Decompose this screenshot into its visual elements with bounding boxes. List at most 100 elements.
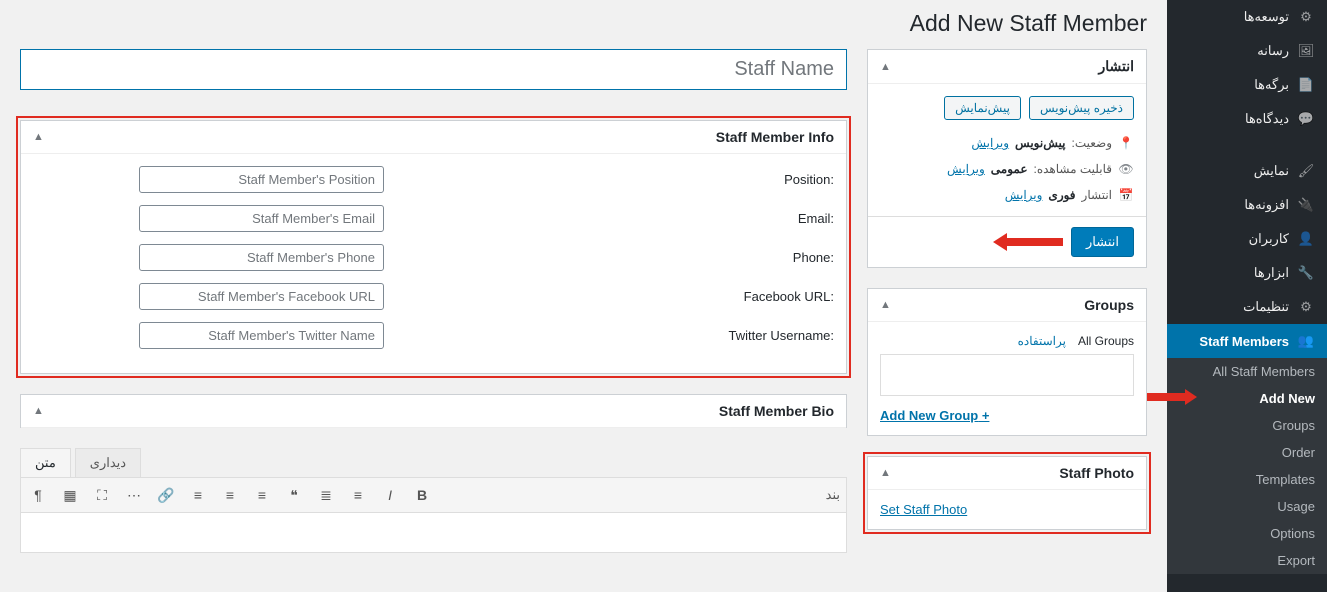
- menu-label: ابزارها: [1254, 265, 1289, 281]
- align-left-icon[interactable]: ≡: [187, 484, 209, 506]
- pin-icon: 📍: [1118, 136, 1134, 150]
- align-center-icon[interactable]: ≡: [219, 484, 241, 506]
- page-icon: 📄: [1297, 76, 1315, 94]
- staff-bio-metabox: Staff Member Bio ▲: [20, 394, 847, 428]
- staff-photo-metabox: Staff Photo ▲ Set Staff Photo: [867, 456, 1147, 530]
- bullet-list-icon[interactable]: ≡: [347, 484, 369, 506]
- metabox-body: All Groups پراستفاده + Add New Group: [868, 322, 1146, 435]
- set-staff-photo-link[interactable]: Set Staff Photo: [880, 502, 967, 517]
- admin-sidebar: ⚙ توسعه‌ها 🖼رسانه 📄برگه‌ها 💬دیدگاه‌ها 🖌نم…: [1167, 0, 1327, 592]
- submenu-order[interactable]: Order: [1167, 439, 1327, 466]
- preview-button[interactable]: پیش‌نمایش: [944, 96, 1021, 120]
- field-label: Facebook URL:: [414, 289, 834, 304]
- editor-content[interactable]: [20, 513, 847, 553]
- settings-icon: ⚙: [1297, 298, 1315, 316]
- groups-tabs: All Groups پراستفاده: [880, 334, 1134, 348]
- edit-schedule-link[interactable]: ویرایش: [1005, 188, 1043, 202]
- staff-info-metabox: Staff Member Info ▲ Position: Email: Pho…: [20, 120, 847, 374]
- menu-item-comments[interactable]: 💬دیدگاه‌ها: [1167, 102, 1327, 136]
- add-new-group-link[interactable]: + Add New Group: [880, 408, 989, 423]
- field-row-email: Email:: [33, 205, 834, 232]
- menu-label: نمایش: [1254, 163, 1289, 179]
- group-icon: 👥: [1297, 332, 1315, 350]
- status-label: وضعیت:: [1071, 136, 1112, 150]
- publish-footer: انتشار: [868, 216, 1146, 267]
- more-icon[interactable]: ⋯: [123, 484, 145, 506]
- edit-status-link[interactable]: ویرایش: [971, 136, 1009, 150]
- menu-item-settings[interactable]: ⚙تنظیمات: [1167, 290, 1327, 324]
- menu-label: توسعه‌ها: [1244, 9, 1289, 25]
- collapse-toggle-icon[interactable]: ▲: [880, 299, 891, 311]
- plugin-icon: 🔌: [1297, 196, 1315, 214]
- menu-item-users[interactable]: 👤 کاربران: [1167, 222, 1327, 256]
- submenu-options[interactable]: Options: [1167, 520, 1327, 547]
- field-label: Position:: [414, 172, 834, 187]
- tab-most-used[interactable]: پراستفاده: [1018, 334, 1066, 348]
- field-label: Phone:: [414, 250, 834, 265]
- menu-item-plugins[interactable]: 🔌افزونه‌ها: [1167, 188, 1327, 222]
- metabox-title: Staff Photo: [1059, 465, 1134, 481]
- menu-item-staff-members[interactable]: 👥 Staff Members: [1167, 324, 1327, 358]
- groups-list[interactable]: [880, 354, 1134, 396]
- extensions-icon: ⚙: [1297, 8, 1315, 26]
- menu-label: کاربران: [1249, 231, 1289, 247]
- visibility-row: 👁 قابلیت مشاهده: عمومی ویرایش: [880, 156, 1134, 182]
- twitter-input[interactable]: [139, 322, 384, 349]
- quote-icon[interactable]: ❝: [283, 484, 305, 506]
- comment-icon: 💬: [1297, 110, 1315, 128]
- collapse-toggle-icon[interactable]: ▲: [33, 405, 44, 417]
- align-right-icon[interactable]: ≡: [251, 484, 273, 506]
- field-row-position: Position:: [33, 166, 834, 193]
- menu-item-appearance[interactable]: 🖌نمایش: [1167, 154, 1327, 188]
- metabox-header: Staff Photo ▲: [868, 457, 1146, 490]
- fullscreen-icon[interactable]: ⛶: [91, 484, 113, 506]
- tab-visual[interactable]: دیداری: [75, 448, 141, 477]
- submenu-label: Add New: [1259, 391, 1315, 406]
- field-row-twitter: Twitter Username:: [33, 322, 834, 349]
- collapse-toggle-icon[interactable]: ▲: [880, 467, 891, 479]
- toolbar-toggle-icon[interactable]: ▦: [59, 484, 81, 506]
- facebook-input[interactable]: [139, 283, 384, 310]
- menu-item-tools[interactable]: 🔧 ابزارها: [1167, 256, 1327, 290]
- field-row-phone: Phone:: [33, 244, 834, 271]
- save-draft-button[interactable]: ذخیره پیش‌نویس: [1029, 96, 1134, 120]
- user-icon: 👤: [1297, 230, 1315, 248]
- tab-text[interactable]: متن: [20, 448, 71, 477]
- submenu-templates[interactable]: Templates: [1167, 466, 1327, 493]
- phone-input[interactable]: [139, 244, 384, 271]
- link-icon[interactable]: 🔗: [155, 484, 177, 506]
- staff-name-input[interactable]: [20, 49, 847, 90]
- edit-visibility-link[interactable]: ویرایش: [947, 162, 985, 176]
- submenu-all-staff[interactable]: All Staff Members: [1167, 358, 1327, 385]
- metabox-body: Position: Email: Phone: Facebook URL:: [21, 154, 846, 373]
- position-input[interactable]: [139, 166, 384, 193]
- tools-icon: 🔧: [1297, 264, 1315, 282]
- metabox-header: انتشار ▲: [868, 50, 1146, 84]
- italic-icon[interactable]: I: [379, 484, 401, 506]
- collapse-toggle-icon[interactable]: ▲: [33, 131, 44, 143]
- publish-button[interactable]: انتشار: [1071, 227, 1134, 257]
- submenu-add-new[interactable]: Add New: [1167, 385, 1327, 412]
- arrow-icon: [993, 231, 1063, 253]
- number-list-icon[interactable]: ≣: [315, 484, 337, 506]
- groups-metabox: Groups ▲ All Groups پراستفاده + Add New …: [867, 288, 1147, 436]
- email-input[interactable]: [139, 205, 384, 232]
- metabox-title: Staff Member Info: [716, 129, 834, 145]
- submenu-groups[interactable]: Groups: [1167, 412, 1327, 439]
- metabox-body: ذخیره پیش‌نویس پیش‌نمایش 📍 وضعیت: پیش‌نو…: [868, 84, 1146, 267]
- collapse-toggle-icon[interactable]: ▲: [880, 61, 891, 73]
- menu-item-pages[interactable]: 📄برگه‌ها: [1167, 68, 1327, 102]
- rtl-icon[interactable]: ¶: [27, 484, 49, 506]
- status-value: پیش‌نویس: [1015, 136, 1065, 150]
- bold-icon[interactable]: B: [411, 484, 433, 506]
- tab-all-groups[interactable]: All Groups: [1078, 334, 1134, 348]
- metabox-title: Staff Member Bio: [719, 403, 834, 419]
- staff-submenu: All Staff Members Add New Groups Order T…: [1167, 358, 1327, 574]
- submenu-usage[interactable]: Usage: [1167, 493, 1327, 520]
- menu-item-media[interactable]: 🖼رسانه: [1167, 34, 1327, 68]
- menu-item-extensions[interactable]: ⚙ توسعه‌ها: [1167, 0, 1327, 34]
- submenu-export[interactable]: Export: [1167, 547, 1327, 574]
- paragraph-dropdown[interactable]: بند: [826, 487, 840, 503]
- field-row-facebook: Facebook URL:: [33, 283, 834, 310]
- menu-label: Staff Members: [1199, 334, 1289, 349]
